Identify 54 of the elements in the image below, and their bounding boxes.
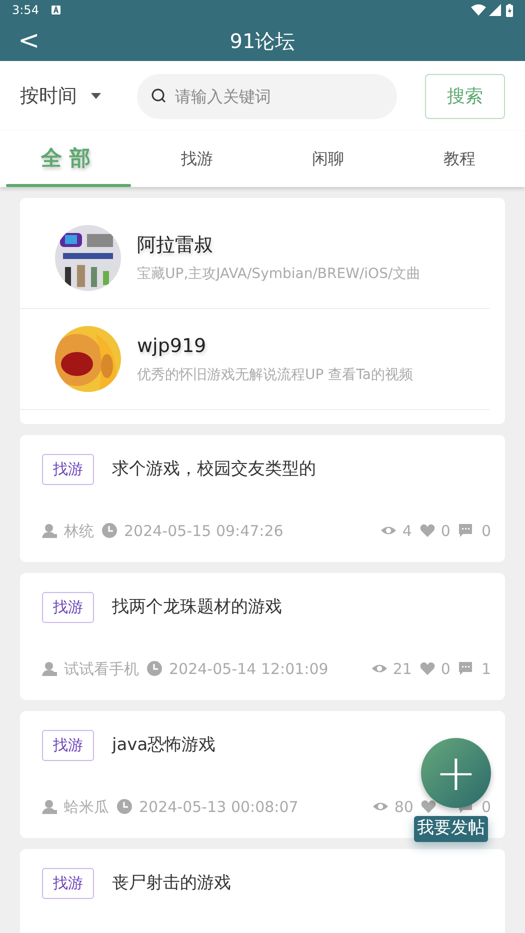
search-icon: [151, 88, 167, 104]
post-time: 2024-05-15 09:47:26: [124, 520, 284, 542]
view-count: 4: [402, 520, 412, 542]
category-tag: 找游: [42, 730, 94, 761]
clock-icon: [147, 661, 162, 676]
uploader-name[interactable]: wjp919: [137, 332, 413, 361]
post-card[interactable]: 找游 丧尸射击的游戏: [20, 849, 505, 933]
back-button[interactable]: <: [10, 28, 48, 54]
uploader-name[interactable]: 阿拉雷叔: [137, 231, 421, 260]
post-author: 蛤米瓜: [64, 796, 109, 818]
post-author: 林统: [64, 520, 94, 542]
post-card[interactable]: 找游 求个游戏，校园交友类型的 林统 2024-05-15 09:47:26 4 0 0: [20, 435, 505, 562]
add-post-label[interactable]: 我要发帖: [414, 816, 488, 842]
heart-icon: [420, 661, 435, 676]
post-author: 试试看手机: [64, 658, 139, 680]
status-time: 3:54: [12, 2, 39, 19]
battery-icon: [506, 4, 513, 16]
notification-icon: [50, 5, 61, 15]
comment-count: 1: [481, 658, 491, 680]
tab[interactable]: 教程: [394, 131, 525, 187]
search-field[interactable]: 请输入关键词: [137, 74, 397, 118]
comment-icon: [458, 661, 474, 676]
like-count: 0: [440, 658, 450, 680]
page-title: 91论坛: [230, 28, 296, 54]
clock-icon: [102, 523, 117, 538]
heart-icon: [420, 523, 435, 538]
signal-icon: [489, 4, 501, 16]
post-title: 找两个龙珠题材的游戏: [112, 596, 282, 619]
wifi-icon: [471, 4, 486, 16]
post-title: 求个游戏，校园交友类型的: [112, 458, 316, 481]
user-icon: [42, 799, 57, 814]
user-icon: [42, 523, 57, 538]
view-count: 21: [392, 658, 412, 680]
post-time: 2024-05-13 00:08:07: [139, 796, 298, 818]
like-count: 0: [440, 520, 450, 542]
category-tag: 找游: [42, 868, 94, 899]
category-tag: 找游: [42, 592, 94, 623]
caret-icon: [91, 93, 101, 99]
tab[interactable]: 闲聊: [262, 131, 394, 187]
clock-icon: [117, 799, 132, 814]
comment-count: 0: [481, 520, 491, 542]
heart-icon: [421, 799, 436, 814]
post-title: 丧尸射击的游戏: [112, 872, 231, 895]
uploader-description: 宝藏UP,主攻JAVA/Symbian/BREW/iOS/文曲: [137, 264, 421, 284]
user-icon: [42, 661, 57, 676]
tab[interactable]: 找游: [131, 131, 262, 187]
category-tag: 找游: [42, 454, 94, 485]
uploader-description: 优秀的怀旧游戏无解说流程UP 查看Ta的视频: [137, 366, 413, 385]
view-count: 80: [394, 796, 414, 818]
post-card[interactable]: 找游 找两个龙珠题材的游戏 试试看手机 2024-05-14 12:01:09 21 0 1: [20, 573, 505, 700]
post-time: 2024-05-14 12:01:09: [169, 658, 328, 680]
sort-dropdown[interactable]: 按时间: [20, 82, 101, 110]
comment-icon: [458, 523, 474, 538]
post-title: java恐怖游戏: [112, 734, 216, 757]
